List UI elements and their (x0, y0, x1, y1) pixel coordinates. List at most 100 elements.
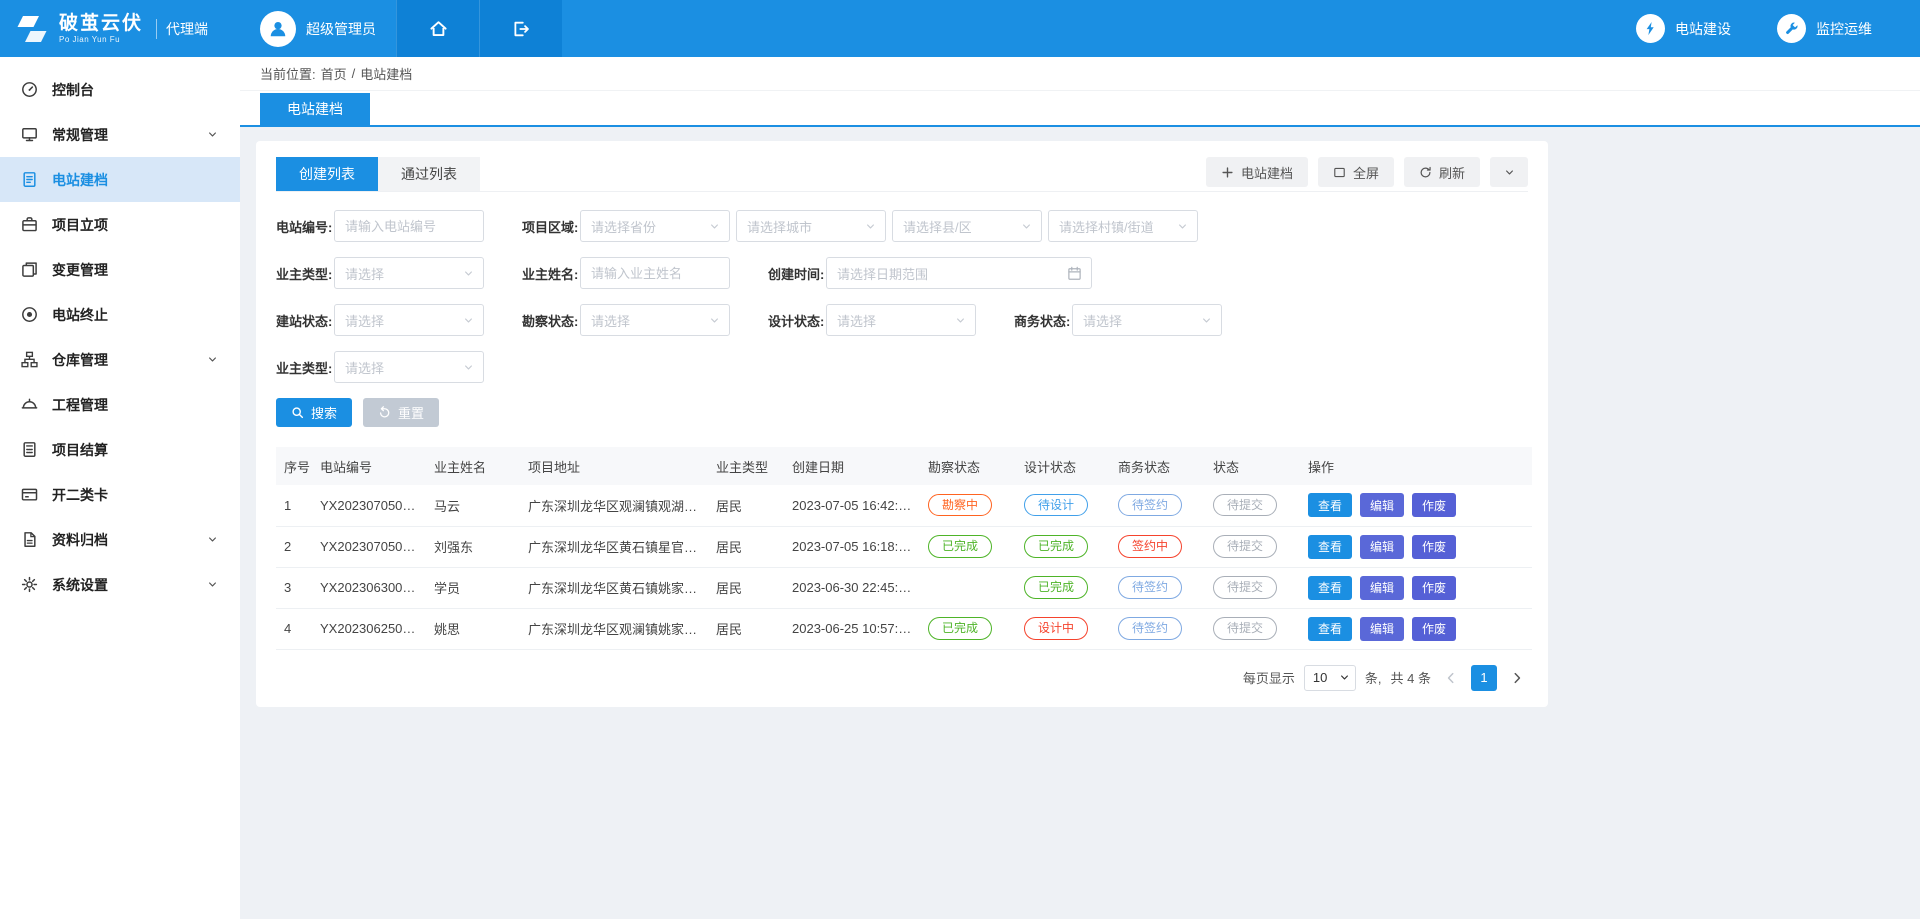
next-page-button[interactable] (1506, 667, 1528, 689)
header-nav: 电站建设 监控运维 (1636, 0, 1920, 57)
status-badge: 已完成 (1024, 535, 1088, 557)
select-placeholder: 请选择 (345, 264, 384, 283)
void-button[interactable]: 作废 (1412, 576, 1456, 600)
filter-business-status-select[interactable]: 请选择 (1072, 304, 1222, 336)
sidebar-menu: 控制台常规管理电站建档项目立项变更管理电站终止仓库管理工程管理项目结算开二类卡资… (0, 57, 240, 919)
edit-button[interactable]: 编辑 (1360, 617, 1404, 641)
sidebar-item-project-initiation[interactable]: 项目立项 (0, 202, 240, 247)
sidebar-item-data-archive[interactable]: 资料归档 (0, 517, 240, 562)
status-badge: 待签约 (1118, 576, 1182, 598)
sitemap-icon (20, 351, 38, 368)
sidebar-item-station-termination[interactable]: 电站终止 (0, 292, 240, 337)
main-area: 当前位置: 首页 / 电站建档 电站建档 创建列表通过列表 电站建档全屏刷新 电… (240, 57, 1920, 919)
filter-label: 设计状态: (768, 311, 826, 330)
breadcrumb-home[interactable]: 首页 (321, 64, 347, 83)
sidebar-item-class2-card[interactable]: 开二类卡 (0, 472, 240, 517)
logo-text: 破茧云伏 Po Jian Yun Fu (59, 13, 143, 44)
sidebar-item-warehouse-management[interactable]: 仓库管理 (0, 337, 240, 382)
wrench-icon (1777, 14, 1806, 43)
sidebar-item-label: 项目立项 (52, 215, 108, 235)
refresh-icon (1419, 166, 1432, 179)
view-button[interactable]: 查看 (1308, 617, 1352, 641)
tab-create-list[interactable]: 创建列表 (276, 157, 378, 191)
void-button[interactable]: 作废 (1412, 493, 1456, 517)
unit-label: 条, (1365, 668, 1382, 687)
sidebar-item-station-filing[interactable]: 电站建档 (0, 157, 240, 202)
home-icon (429, 19, 448, 38)
status-badge: 待提交 (1213, 494, 1277, 516)
status-badge: 待提交 (1213, 617, 1277, 639)
filter-build-status: 建站状态:请选择 (276, 304, 484, 336)
filter-station-no-input[interactable] (334, 210, 484, 242)
toolbar-add-station-button[interactable]: 电站建档 (1206, 157, 1308, 187)
page-number[interactable]: 1 (1471, 665, 1497, 691)
filter-county-select[interactable]: 请选择县/区 (892, 210, 1042, 242)
column-header: 状态 (1205, 447, 1300, 485)
logout-button[interactable] (479, 0, 562, 57)
status-badge: 待设计 (1024, 494, 1088, 516)
view-button[interactable]: 查看 (1308, 576, 1352, 600)
filter-label: 勘察状态: (522, 311, 580, 330)
filter-owner-name-input[interactable] (580, 257, 730, 289)
filter-form: 电站编号:项目区域:请选择省份请选择城市请选择县/区请选择村镇/街道业主类型:请… (276, 210, 1528, 383)
select-placeholder: 请选择 (591, 311, 630, 330)
toolbar-button-label: 电站建档 (1241, 163, 1293, 182)
select-placeholder: 请选择省份 (591, 217, 656, 236)
toolbar-collapse-button[interactable] (1490, 157, 1528, 187)
view-button[interactable]: 查看 (1308, 493, 1352, 517)
briefcase-icon (20, 216, 38, 233)
cell-status-status: 待提交 (1205, 485, 1300, 526)
per-page-label: 每页显示 (1243, 668, 1295, 687)
filter-city-select[interactable]: 请选择城市 (736, 210, 886, 242)
filter-owner-type-2: 业主类型:请选择 (276, 351, 484, 383)
cell-owner-type: 居民 (708, 526, 784, 567)
filter-owner-type-2-select[interactable]: 请选择 (334, 351, 484, 383)
search-button[interactable]: 搜索 (276, 398, 352, 427)
status-badge: 待提交 (1213, 576, 1277, 598)
archive-icon (20, 531, 38, 548)
view-button[interactable]: 查看 (1308, 535, 1352, 559)
page-size-select[interactable]: 10 (1304, 665, 1356, 691)
cell-design-status: 已完成 (1016, 526, 1110, 567)
helmet-icon (20, 396, 38, 413)
select-placeholder: 请选择 (1083, 311, 1122, 330)
home-button[interactable] (396, 0, 479, 57)
sidebar-item-project-settlement[interactable]: 项目结算 (0, 427, 240, 472)
chevron-down-icon (463, 268, 474, 279)
filter-owner-type-select[interactable]: 请选择 (334, 257, 484, 289)
toolbar-refresh-button[interactable]: 刷新 (1404, 157, 1480, 187)
tab-passed-list[interactable]: 通过列表 (378, 157, 480, 191)
copy-icon (20, 261, 38, 278)
sidebar-item-general-management[interactable]: 常规管理 (0, 112, 240, 157)
reset-button[interactable]: 重置 (363, 398, 439, 427)
sidebar-item-engineering-management[interactable]: 工程管理 (0, 382, 240, 427)
user-info[interactable]: 超级管理员 (240, 0, 396, 57)
column-header: 商务状态 (1110, 447, 1205, 485)
cell-owner-name: 马云 (426, 485, 520, 526)
filter-province-select[interactable]: 请选择省份 (580, 210, 730, 242)
column-header: 业主姓名 (426, 447, 520, 485)
nav-monitor-ops[interactable]: 监控运维 (1777, 14, 1872, 43)
sidebar-item-console[interactable]: 控制台 (0, 67, 240, 112)
cell-owner-name: 姚思 (426, 608, 520, 649)
filter-build-status-select[interactable]: 请选择 (334, 304, 484, 336)
page-tab-station-filing[interactable]: 电站建档 (260, 93, 370, 125)
filter-village-select[interactable]: 请选择村镇/街道 (1048, 210, 1198, 242)
edit-button[interactable]: 编辑 (1360, 576, 1404, 600)
sidebar-item-system-settings[interactable]: 系统设置 (0, 562, 240, 607)
toolbar-fullscreen-button[interactable]: 全屏 (1318, 157, 1394, 187)
filter-create-time-picker[interactable]: 请选择日期范围 (826, 257, 1092, 289)
filter-survey-status-select[interactable]: 请选择 (580, 304, 730, 336)
sidebar-item-change-management[interactable]: 变更管理 (0, 247, 240, 292)
cell-business-status: 待签约 (1110, 567, 1205, 608)
void-button[interactable]: 作废 (1412, 535, 1456, 559)
status-badge: 勘察中 (928, 494, 992, 516)
cell-business-status: 签约中 (1110, 526, 1205, 567)
void-button[interactable]: 作废 (1412, 617, 1456, 641)
nav-station-build[interactable]: 电站建设 (1636, 14, 1731, 43)
edit-button[interactable]: 编辑 (1360, 535, 1404, 559)
edit-button[interactable]: 编辑 (1360, 493, 1404, 517)
filter-design-status-select[interactable]: 请选择 (826, 304, 976, 336)
prev-page-button[interactable] (1440, 667, 1462, 689)
stop-icon (20, 306, 38, 323)
